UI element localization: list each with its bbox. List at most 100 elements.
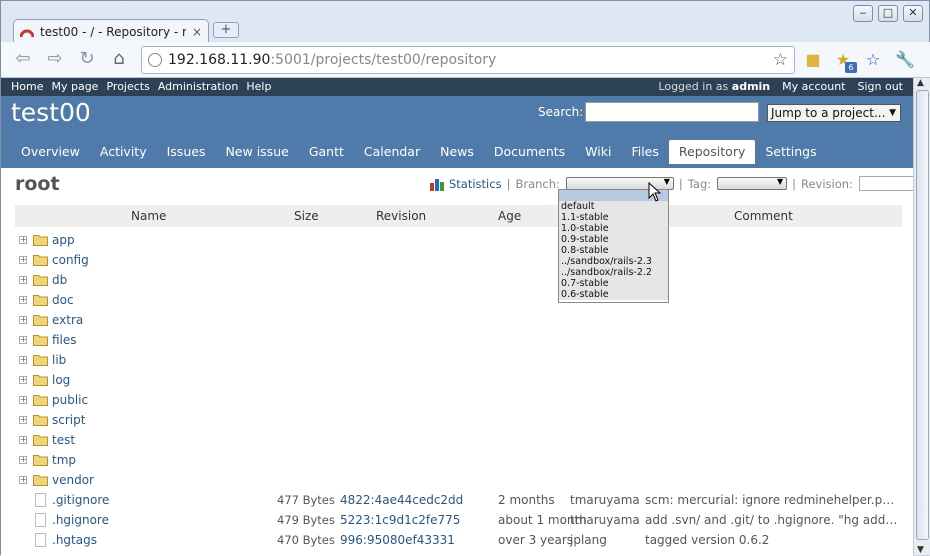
tab-issues[interactable]: Issues xyxy=(157,140,216,164)
jump-to-project-select[interactable]: Jump to a project... ▼ xyxy=(767,104,901,122)
tab-wiki[interactable]: Wiki xyxy=(575,140,621,164)
expand-icon[interactable]: + xyxy=(19,336,27,344)
bookmark-extension-icon[interactable]: ☆ xyxy=(863,50,883,70)
branch-option[interactable]: 0.9-stable xyxy=(559,234,668,245)
statistics-link[interactable]: Statistics xyxy=(449,177,502,191)
table-row[interactable]: + extra xyxy=(15,311,902,331)
bookmark-star-icon[interactable]: ☆ xyxy=(773,50,788,70)
entry-name[interactable]: lib xyxy=(52,353,66,367)
entry-revision[interactable]: 5223:1c9d1c2fe775 xyxy=(340,513,460,527)
top-menu-my-page[interactable]: My page xyxy=(51,80,98,93)
expand-icon[interactable]: + xyxy=(19,456,27,464)
table-row[interactable]: + app xyxy=(15,231,902,251)
home-icon[interactable]: ⌂ xyxy=(107,48,131,72)
expand-icon[interactable]: + xyxy=(19,376,27,384)
close-window-icon[interactable]: ✕ xyxy=(903,5,923,22)
entry-name[interactable]: public xyxy=(52,393,88,407)
entry-name[interactable]: config xyxy=(52,253,89,267)
folder-extension-icon[interactable]: ■ xyxy=(803,50,823,70)
back-icon[interactable]: ⇦ xyxy=(11,48,35,72)
browser-tab[interactable]: test00 - / - Repository - r... × xyxy=(13,19,209,43)
tab-files[interactable]: Files xyxy=(621,140,668,164)
table-row[interactable]: + vendor xyxy=(15,471,902,491)
expand-icon[interactable]: + xyxy=(19,356,27,364)
col-comment[interactable]: Comment xyxy=(734,209,793,223)
logged-in-user[interactable]: admin xyxy=(732,80,770,93)
tab-settings[interactable]: Settings xyxy=(755,140,826,164)
revision-input[interactable] xyxy=(858,176,913,191)
branch-option[interactable]: default xyxy=(559,201,668,212)
wrench-icon[interactable]: 🔧 xyxy=(895,50,915,70)
col-age[interactable]: Age xyxy=(498,209,521,223)
entry-name[interactable]: .hgtags xyxy=(52,533,97,547)
top-menu-help[interactable]: Help xyxy=(246,80,271,93)
tab-activity[interactable]: Activity xyxy=(90,140,157,164)
table-row[interactable]: + doc xyxy=(15,291,902,311)
entry-name[interactable]: .gitignore xyxy=(52,493,109,507)
col-name[interactable]: Name xyxy=(131,209,166,223)
tab-gantt[interactable]: Gantt xyxy=(299,140,354,164)
expand-icon[interactable]: + xyxy=(19,256,27,264)
table-row[interactable]: + log xyxy=(15,371,902,391)
col-size[interactable]: Size xyxy=(294,209,319,223)
reload-icon[interactable]: ↻ xyxy=(75,48,99,72)
top-menu-projects[interactable]: Projects xyxy=(106,80,149,93)
expand-icon[interactable]: + xyxy=(19,476,27,484)
entry-name[interactable]: doc xyxy=(52,293,74,307)
table-row[interactable]: + tmp xyxy=(15,451,902,471)
expand-icon[interactable]: + xyxy=(19,316,27,324)
table-row[interactable]: + test xyxy=(15,431,902,451)
entry-name[interactable]: test xyxy=(52,433,75,447)
address-bar[interactable]: 192.168.11.90 :5001/projects/test00/repo… xyxy=(141,46,795,74)
expand-icon[interactable]: + xyxy=(19,276,27,284)
entry-name[interactable]: tmp xyxy=(52,453,76,467)
tab-overview[interactable]: Overview xyxy=(11,140,90,164)
table-row[interactable]: + config xyxy=(15,251,902,271)
tab-close-icon[interactable]: × xyxy=(192,25,202,39)
branch-option[interactable]: 1.1-stable xyxy=(559,212,668,223)
maximize-icon[interactable]: □ xyxy=(878,5,898,22)
expand-icon[interactable]: + xyxy=(19,236,27,244)
branch-option[interactable]: 0.7-stable xyxy=(559,278,668,289)
entry-revision[interactable]: 996:95080ef43331 xyxy=(340,533,455,547)
table-row[interactable]: + public xyxy=(15,391,902,411)
table-row[interactable]: .gitignore 477 Bytes 4822:4ae44cedc2dd 2 mo… xyxy=(15,491,902,511)
top-menu-administration[interactable]: Administration xyxy=(158,80,239,93)
scroll-up-icon[interactable]: ▲ xyxy=(917,78,924,88)
branch-option[interactable]: 0.8-stable xyxy=(559,245,668,256)
entry-name[interactable]: vendor xyxy=(52,473,94,487)
entry-name[interactable]: extra xyxy=(52,313,83,327)
tab-repository[interactable]: Repository xyxy=(668,140,756,164)
expand-icon[interactable]: + xyxy=(19,296,27,304)
entry-revision[interactable]: 4822:4ae44cedc2dd xyxy=(340,493,463,507)
table-row[interactable]: + lib xyxy=(15,351,902,371)
new-tab-button[interactable]: + xyxy=(213,22,239,38)
expand-icon[interactable]: + xyxy=(19,436,27,444)
tab-documents[interactable]: Documents xyxy=(484,140,575,164)
entry-name[interactable]: files xyxy=(52,333,77,347)
forward-icon[interactable]: ⇨ xyxy=(43,48,67,72)
branch-option[interactable]: 1.0-stable xyxy=(559,223,668,234)
branch-option[interactable]: ../sandbox/rails-2.3 xyxy=(559,256,668,267)
tab-new-issue[interactable]: New issue xyxy=(215,140,298,164)
table-row[interactable]: + script xyxy=(15,411,902,431)
entry-name[interactable]: log xyxy=(52,373,70,387)
scroll-down-icon[interactable]: ▼ xyxy=(917,545,924,555)
table-row[interactable]: .hgignore 479 Bytes 5223:1c9d1c2fe775 about… xyxy=(15,511,902,531)
top-menu-sign-out[interactable]: Sign out xyxy=(857,80,903,93)
branch-option[interactable]: 0.6-stable xyxy=(559,289,668,300)
branch-option[interactable]: ../sandbox/rails-2.2 xyxy=(559,267,668,278)
tab-calendar[interactable]: Calendar xyxy=(354,140,430,164)
top-menu-home[interactable]: Home xyxy=(11,80,43,93)
expand-icon[interactable]: + xyxy=(19,396,27,404)
search-input[interactable] xyxy=(585,102,759,122)
top-menu-my-account[interactable]: My account xyxy=(782,80,845,93)
table-row[interactable]: .hgtags 470 Bytes 996:95080ef43331 over 3 y… xyxy=(15,531,902,551)
vertical-scrollbar[interactable]: ▲ ▼ xyxy=(913,78,930,555)
entry-name[interactable]: script xyxy=(52,413,85,427)
scrollbar-thumb[interactable] xyxy=(916,90,929,540)
col-revision[interactable]: Revision xyxy=(376,209,426,223)
entry-name[interactable]: app xyxy=(52,233,75,247)
expand-icon[interactable]: + xyxy=(19,416,27,424)
entry-name[interactable]: db xyxy=(52,273,67,287)
